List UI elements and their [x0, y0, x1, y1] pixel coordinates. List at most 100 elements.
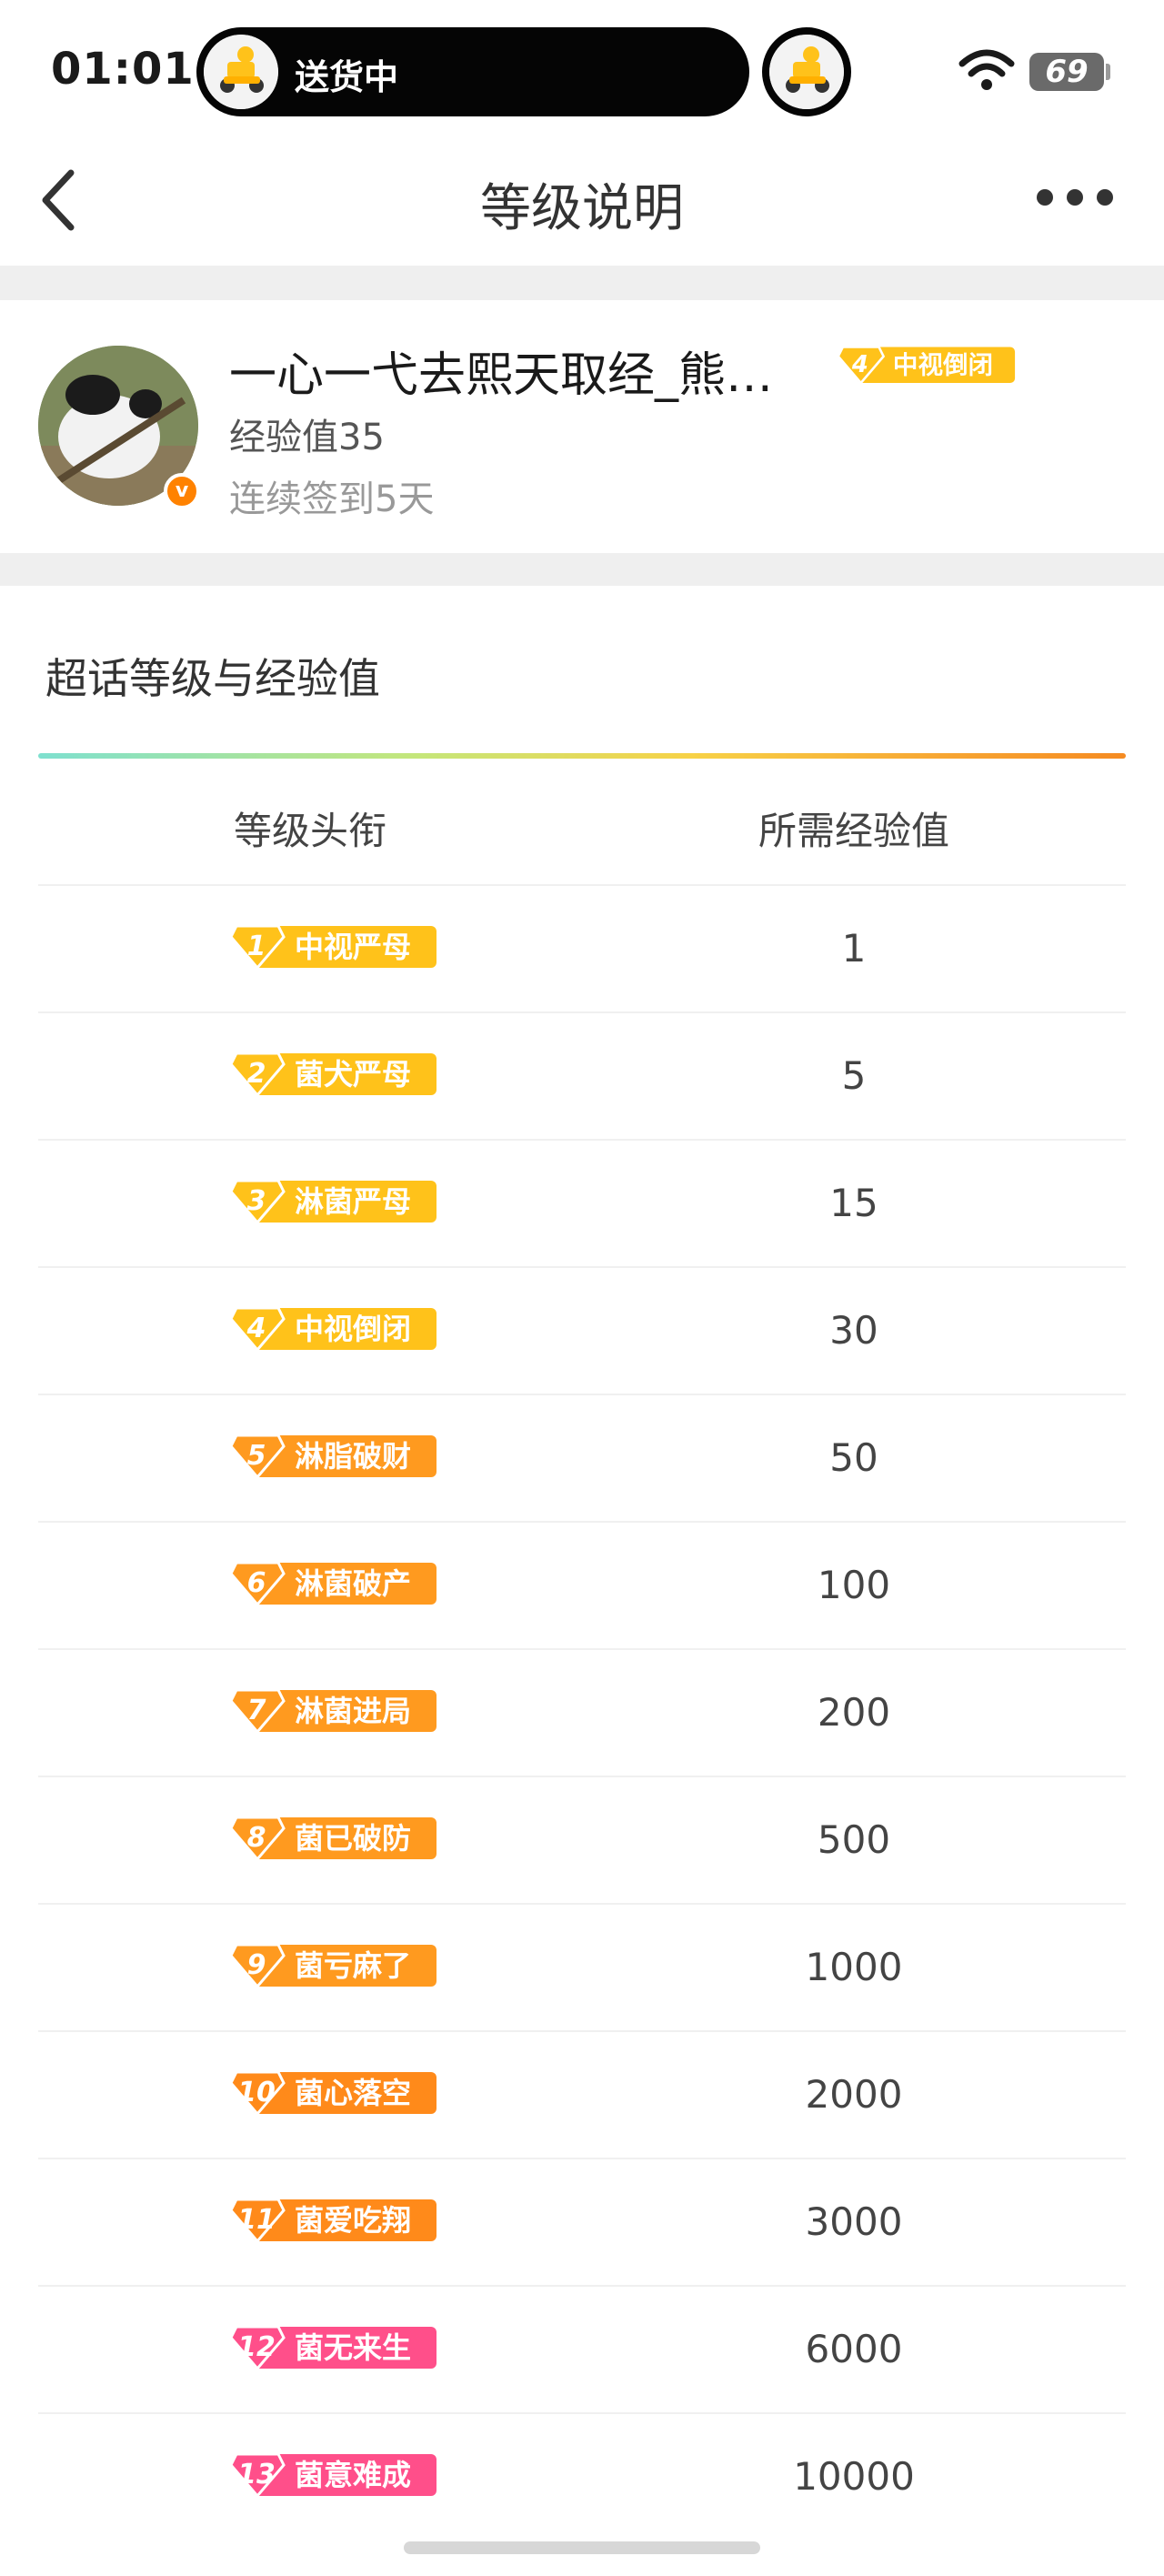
level-badge: 5 淋脂破财 — [229, 1432, 436, 1481]
level-badge: 11 菌爱吃翔 — [229, 2196, 436, 2245]
column-header-exp: 所需经验值 — [758, 809, 949, 853]
level-number: 7 — [246, 1695, 266, 1726]
level-badge: 1 中视严母 — [229, 922, 436, 971]
level-badge: 3 淋菌严母 — [229, 1177, 436, 1226]
required-exp: 10000 — [793, 2454, 915, 2499]
sign-in-streak: 连续签到5天 — [229, 478, 435, 520]
level-badge: 12 菌无来生 — [229, 2323, 436, 2372]
level-badge: 7 淋菌进局 — [229, 1686, 436, 1736]
delivery-scooter-icon — [769, 35, 844, 109]
username: 一心一弋去熙天取经_熊… — [229, 348, 774, 403]
required-exp: 200 — [817, 1690, 891, 1735]
level-badge-cell: 7 淋菌进局 — [229, 1686, 436, 1739]
table-row: 4 中视倒闭 30 — [38, 1268, 1126, 1395]
level-badge: 9 菌亏麻了 — [229, 1941, 436, 1990]
level-number: 11 — [237, 2204, 276, 2236]
level-title: 菌心落空 — [295, 2076, 412, 2110]
level-badge-cell: 5 淋脂破财 — [229, 1432, 436, 1484]
user-profile-card: v 一心一弋去熙天取经_熊… 4 中视倒闭 经验值35 连续签到5天 — [0, 300, 1164, 553]
live-activity-circle[interactable] — [762, 27, 851, 116]
level-badge-cell: 12 菌无来生 — [229, 2323, 436, 2376]
level-number: 13 — [237, 2459, 276, 2490]
table-row: 2 菌犬严母 5 — [38, 1013, 1126, 1141]
level-title: 中视严母 — [295, 930, 412, 964]
level-badge-cell: 4 中视倒闭 — [229, 1304, 436, 1357]
level-title: 菌无来生 — [295, 2330, 412, 2365]
level-number: 10 — [237, 2077, 276, 2108]
level-number: 4 — [851, 350, 868, 378]
live-activity-text: 送货中 — [295, 57, 399, 97]
table-row: 6 淋菌破产 100 — [38, 1523, 1126, 1650]
column-header-title: 等级头衔 — [233, 809, 386, 853]
level-number: 1 — [246, 931, 266, 962]
level-badge: 13 菌意难成 — [229, 2450, 436, 2500]
level-title: 淋菌破产 — [295, 1566, 412, 1601]
live-activity-pill[interactable]: 送货中 — [196, 27, 749, 116]
table-header: 等级头衔 所需经验值 — [38, 759, 1126, 886]
level-section: 超话等级与经验值 等级头衔 所需经验值 1 中视严母 1 2 菌犬严母 5 3 淋菌严母 15 4… — [0, 586, 1164, 2532]
level-badge: 4 中视倒闭 — [229, 1304, 436, 1353]
level-badge-cell: 10 菌心落空 — [229, 2068, 436, 2121]
level-badge-cell: 6 淋菌破产 — [229, 1559, 436, 1612]
required-exp: 2000 — [805, 2072, 903, 2117]
level-title: 淋脂破财 — [295, 1439, 412, 1474]
level-number: 5 — [246, 1440, 266, 1472]
nav-bar: 等级说明 — [0, 136, 1164, 266]
more-options-icon[interactable] — [1037, 186, 1113, 211]
experience-value: 经验值35 — [229, 417, 385, 458]
user-level-badge: 4 中视倒闭 — [837, 344, 1044, 397]
divider-band — [0, 266, 1164, 300]
delivery-scooter-icon — [204, 35, 278, 109]
section-title: 超话等级与经验值 — [45, 654, 380, 703]
level-badge-cell: 2 菌犬严母 — [229, 1050, 436, 1102]
table-row: 8 菌已破防 500 — [38, 1777, 1126, 1905]
level-number: 2 — [246, 1058, 266, 1090]
table-row: 9 菌亏麻了 1000 — [38, 1905, 1126, 2032]
level-number: 9 — [246, 1949, 266, 1981]
level-title: 菌爱吃翔 — [295, 2203, 412, 2238]
verified-badge-icon: v — [164, 473, 200, 509]
table-row: 1 中视严母 1 — [38, 886, 1126, 1013]
level-badge: 10 菌心落空 — [229, 2068, 436, 2118]
required-exp: 100 — [817, 1563, 891, 1607]
table-row: 3 淋菌严母 15 — [38, 1141, 1126, 1268]
table-row: 11 菌爱吃翔 3000 — [38, 2159, 1126, 2287]
required-exp: 30 — [829, 1308, 878, 1353]
table-row: 10 菌心落空 2000 — [38, 2032, 1126, 2159]
level-badge: 8 菌已破防 — [229, 1814, 436, 1863]
level-number: 4 — [246, 1313, 266, 1344]
page-title: 等级说明 — [480, 179, 684, 238]
wifi-icon — [958, 49, 1015, 90]
battery-level: 69 — [1045, 54, 1089, 90]
required-exp: 1 — [841, 926, 867, 971]
level-number: 3 — [246, 1185, 266, 1217]
level-title: 淋菌严母 — [295, 1184, 412, 1219]
required-exp: 6000 — [805, 2327, 903, 2371]
level-badge: 6 淋菌破产 — [229, 1559, 436, 1608]
home-indicator[interactable] — [404, 2541, 760, 2554]
battery-tip — [1106, 64, 1110, 80]
level-badge: 2 菌犬严母 — [229, 1050, 436, 1099]
required-exp: 50 — [829, 1435, 878, 1480]
required-exp: 15 — [829, 1181, 878, 1225]
level-title: 淋菌进局 — [295, 1694, 412, 1728]
level-table: 1 中视严母 1 2 菌犬严母 5 3 淋菌严母 15 4 中视倒闭 30 5 淋脂破财 50 6 淋菌破产 10… — [38, 886, 1126, 2541]
level-badge-cell: 3 淋菌严母 — [229, 1177, 436, 1230]
divider-band — [0, 553, 1164, 586]
level-badge-cell: 13 菌意难成 — [229, 2450, 436, 2503]
level-badge-cell: 11 菌爱吃翔 — [229, 2196, 436, 2249]
level-badge: 4 中视倒闭 — [837, 344, 1016, 386]
status-bar: 01:01 送货中 69 — [0, 0, 1164, 136]
required-exp: 3000 — [805, 2199, 903, 2244]
level-number: 12 — [237, 2331, 276, 2363]
level-number: 6 — [246, 1567, 266, 1599]
required-exp: 5 — [841, 1053, 867, 1098]
level-title: 菌犬严母 — [295, 1057, 412, 1092]
table-row: 12 菌无来生 6000 — [38, 2287, 1126, 2414]
level-badge-cell: 1 中视严母 — [229, 922, 436, 975]
table-row: 5 淋脂破财 50 — [38, 1395, 1126, 1523]
required-exp: 1000 — [805, 1945, 903, 1989]
level-number: 8 — [246, 1822, 266, 1854]
required-exp: 500 — [817, 1817, 891, 1862]
level-title: 中视倒闭 — [892, 349, 994, 380]
